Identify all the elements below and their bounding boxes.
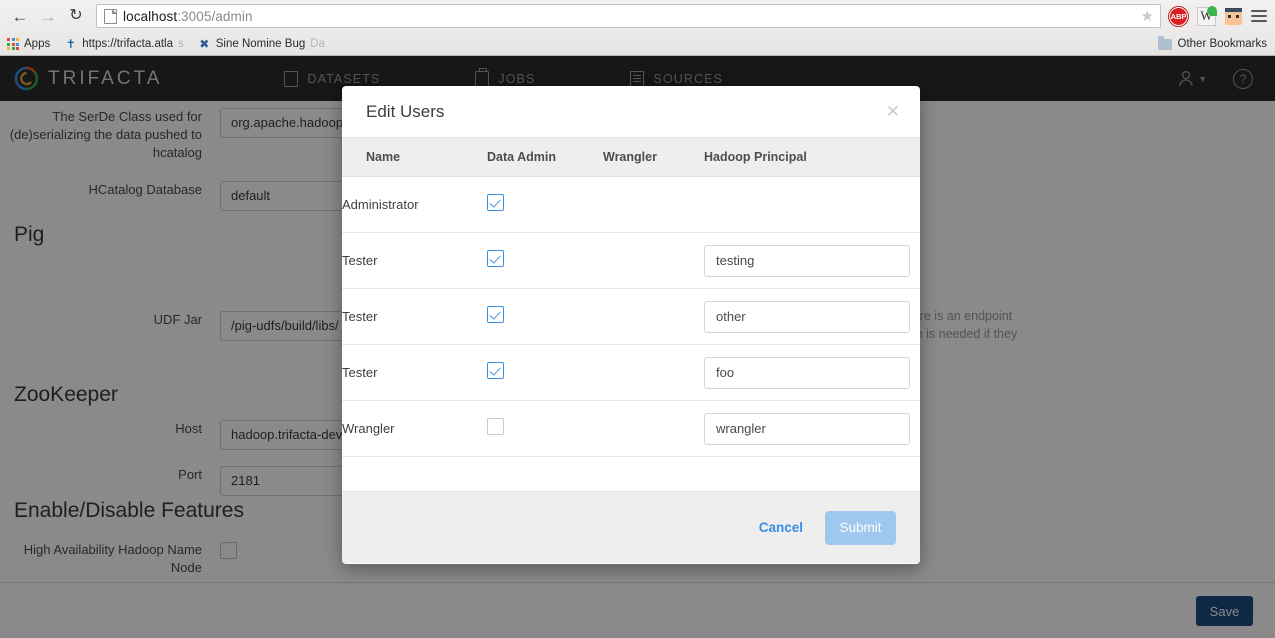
cell-hadoop-principal: foo: [704, 344, 920, 401]
browser-nav-row: ← → ↻ localhost:3005/admin ★ ABP W: [0, 0, 1275, 32]
users-table-head: Name Data Admin Wrangler Hadoop Principa…: [342, 138, 920, 177]
table-row: Wrangler wrangler: [342, 400, 920, 457]
cell-user-name: Tester: [342, 344, 487, 401]
adblock-plus-icon[interactable]: ABP: [1169, 6, 1188, 26]
table-row: Tester foo: [342, 344, 920, 401]
other-bookmarks-label: Other Bookmarks: [1177, 38, 1267, 50]
wikiwand-icon[interactable]: W: [1197, 5, 1217, 26]
data-admin-checkbox[interactable]: [487, 193, 504, 211]
column-header-hadoop-principal: Hadoop Principal: [704, 138, 920, 177]
column-header-data-admin: Data Admin: [487, 138, 603, 177]
table-row: Tester testing: [342, 232, 920, 289]
star-icon[interactable]: ★: [1141, 7, 1156, 25]
page-document-icon: [104, 8, 117, 24]
data-admin-checkbox[interactable]: [487, 361, 504, 379]
cell-data-admin: [487, 176, 603, 233]
cell-wrangler: [603, 344, 704, 401]
back-arrow-icon[interactable]: ←: [6, 2, 34, 30]
cell-wrangler: [603, 400, 704, 457]
modal-footer: Cancel Submit: [342, 491, 920, 563]
cell-user-name: Wrangler: [342, 400, 487, 457]
url-host: localhost: [123, 8, 178, 24]
bookmark-apps-label: Apps: [24, 38, 51, 50]
table-row: Administrator: [342, 176, 920, 233]
cell-hadoop-principal: [704, 176, 920, 233]
face-extension-icon[interactable]: [1225, 7, 1242, 25]
other-bookmarks[interactable]: Other Bookmarks: [1157, 35, 1275, 50]
cell-hadoop-principal: other: [704, 288, 920, 345]
cell-hadoop-principal: testing: [704, 232, 920, 289]
hamburger-menu-icon[interactable]: [1251, 10, 1267, 22]
column-header-name: Name: [342, 138, 487, 177]
modal-header: Edit Users ✕: [342, 86, 920, 138]
wikiwand-badge: [1207, 5, 1217, 16]
edit-users-modal: Edit Users ✕ Name Data Admin Wrangler Ha…: [342, 86, 920, 564]
cell-user-name: Tester: [342, 288, 487, 345]
forward-arrow-icon[interactable]: →: [34, 2, 62, 30]
cell-data-admin: [487, 288, 603, 345]
url-path: :3005/admin: [177, 8, 253, 24]
modal-title: Edit Users: [366, 101, 445, 121]
table-row: Tester other: [342, 288, 920, 345]
address-bar[interactable]: localhost:3005/admin ★: [96, 4, 1161, 28]
bug-icon: ✖: [199, 36, 210, 51]
bookmark-sine-nomine[interactable]: ✖ Sine Nomine Bug Da: [191, 36, 332, 51]
hadoop-principal-input[interactable]: other: [704, 300, 910, 333]
face-eyes: [1228, 14, 1239, 18]
data-admin-checkbox[interactable]: [487, 249, 504, 267]
bookmark-sine-label: Sine Nomine Bug: [215, 38, 306, 50]
reload-icon[interactable]: ↻: [62, 2, 90, 30]
cell-user-name: Administrator: [342, 176, 487, 233]
close-x-icon[interactable]: ✕: [882, 99, 904, 124]
submit-button[interactable]: Submit: [825, 510, 896, 545]
cell-wrangler: [603, 288, 704, 345]
extension-icons: ABP W: [1169, 5, 1275, 26]
cell-wrangler: [603, 232, 704, 289]
bookmark-trifacta-label-fade: s: [177, 38, 184, 50]
bookmark-trifacta-atlas[interactable]: ✝ https://trifacta.atla s: [57, 36, 191, 51]
cell-wrangler: [603, 176, 704, 233]
cell-data-admin: [487, 232, 603, 289]
cell-data-admin: [487, 400, 603, 457]
users-table-body: Administrator Tester testing Tester othe…: [342, 176, 920, 457]
cell-user-name: Tester: [342, 232, 487, 289]
cell-data-admin: [487, 344, 603, 401]
hadoop-principal-input[interactable]: foo: [704, 356, 910, 389]
column-header-wrangler: Wrangler: [603, 138, 704, 177]
folder-icon: [1157, 35, 1172, 50]
bookmark-apps[interactable]: Apps: [0, 38, 57, 50]
cancel-button[interactable]: Cancel: [759, 520, 803, 535]
bookmark-trifacta-label: https://trifacta.atla: [82, 38, 173, 50]
modal-body: Name Data Admin Wrangler Hadoop Principa…: [342, 138, 920, 491]
data-admin-checkbox[interactable]: [487, 417, 504, 435]
apps-grid-icon: [7, 38, 19, 50]
hadoop-principal-input[interactable]: testing: [704, 244, 910, 277]
data-admin-checkbox[interactable]: [487, 305, 504, 323]
table-header-row: Name Data Admin Wrangler Hadoop Principa…: [342, 138, 920, 177]
url-text: localhost:3005/admin: [123, 9, 253, 24]
adblock-plus-label: ABP: [1170, 11, 1187, 21]
cell-hadoop-principal: wrangler: [704, 400, 920, 457]
bookmark-sine-label-fade: Da: [310, 38, 325, 50]
browser-chrome: ← → ↻ localhost:3005/admin ★ ABP W Apps …: [0, 0, 1275, 56]
bookmarks-bar: Apps ✝ https://trifacta.atla s ✖ Sine Nom…: [0, 32, 1275, 56]
hadoop-principal-input[interactable]: wrangler: [704, 412, 910, 445]
users-table: Name Data Admin Wrangler Hadoop Principa…: [342, 138, 920, 457]
jira-icon: ✝: [65, 36, 76, 51]
